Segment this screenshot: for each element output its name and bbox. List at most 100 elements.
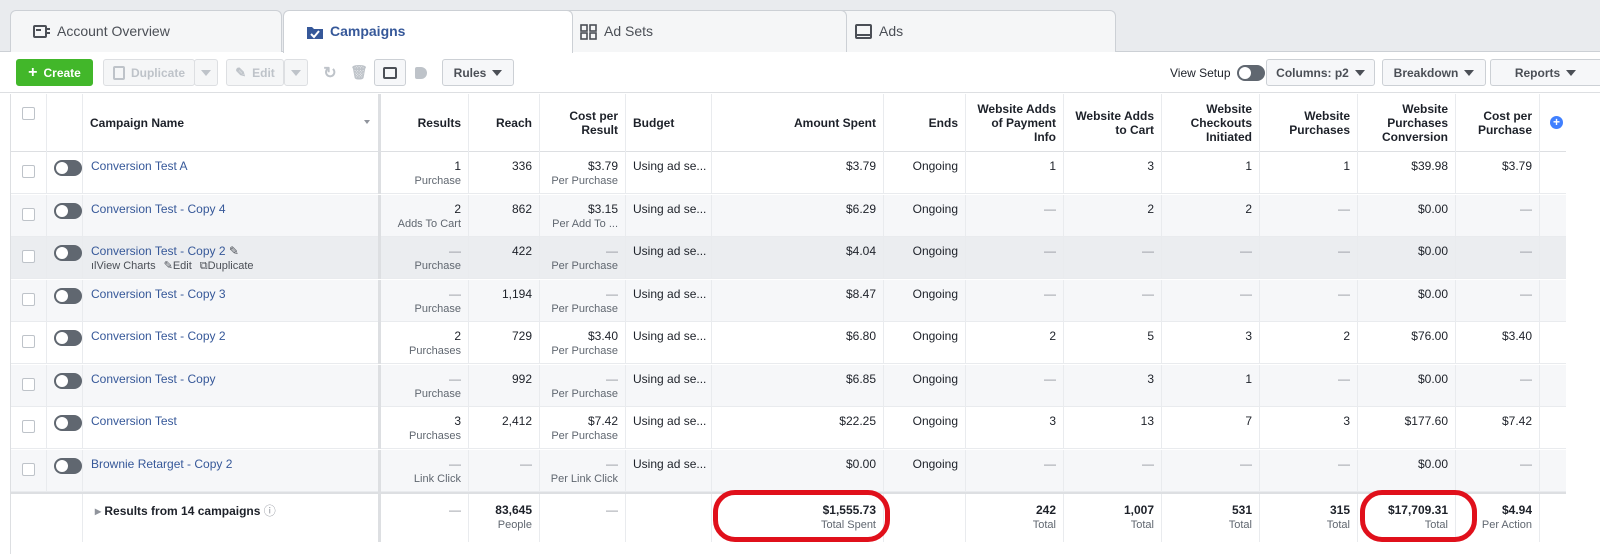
duplicate-link[interactable]: ⧉Duplicate — [200, 260, 254, 272]
cell-subtext: Purchases — [409, 430, 461, 442]
header-checkouts[interactable]: Website Checkouts Initiated — [1162, 94, 1260, 152]
table-row[interactable]: Conversion Test - Copy 4 2 Adds To Cart 862… — [11, 194, 1566, 237]
table-row[interactable]: Conversion Test - Copy 2 2 Purchases 729 $3.… — [11, 322, 1566, 364]
view-setup-toggle[interactable]: View Setup — [1170, 65, 1265, 81]
cell-adds-payment: — — [966, 279, 1064, 322]
cell-campaign-name[interactable]: Conversion Test - Copy 3 — [83, 279, 381, 322]
tag-button[interactable] — [408, 59, 434, 86]
info-icon[interactable]: ⓘ — [260, 504, 276, 518]
campaign-name-link[interactable]: Conversion Test — [91, 414, 177, 428]
add-column-icon[interactable]: + — [1550, 116, 1563, 129]
campaign-status-toggle[interactable] — [54, 287, 82, 304]
campaign-name-link[interactable]: Conversion Test - Copy 2 — [91, 244, 226, 258]
campaign-name-link[interactable]: Conversion Test - Copy 3 — [91, 287, 226, 301]
campaign-name-link[interactable]: Conversion Test - Copy — [91, 372, 216, 386]
reports-dropdown[interactable]: Reports — [1490, 59, 1600, 86]
campaign-status-toggle[interactable] — [54, 245, 82, 261]
edit-button[interactable]: ✎ Edit — [226, 59, 284, 86]
row-checkbox[interactable] — [22, 335, 35, 348]
cell-purchases: — — [1260, 364, 1358, 407]
cell-reach: 729 — [469, 322, 540, 364]
expand-arrow-icon[interactable]: ▸ — [95, 504, 104, 518]
campaign-status-toggle[interactable] — [54, 202, 82, 219]
table-row[interactable]: Conversion Test - Copy 3— Purchase 1,194— P… — [11, 279, 1566, 322]
header-purch-conv[interactable]: Website Purchases Conversion — [1358, 94, 1456, 152]
delete-button[interactable]: 🗑 — [346, 59, 372, 86]
campaign-name-link[interactable]: Conversion Test - Copy 4 — [91, 202, 226, 216]
cell-value: — — [1240, 456, 1252, 471]
duplicate-dropdown[interactable] — [194, 59, 218, 86]
columns-dropdown[interactable]: Columns: p2 — [1266, 59, 1375, 86]
view-charts-link[interactable]: ılView Charts — [91, 260, 156, 272]
header-cost-per-purchase[interactable]: Cost per Purchase — [1456, 94, 1540, 152]
header-budget[interactable]: Budget — [626, 94, 712, 152]
table-row[interactable]: Conversion Test - Copy 2 ✎ ılView Charts ✎… — [11, 237, 1566, 279]
row-checkbox[interactable] — [22, 250, 35, 263]
cell-subtext: Per Add To ... — [552, 217, 618, 230]
header-label: Cost per Result — [569, 109, 618, 137]
cell-campaign-name[interactable]: Conversion Test - Copy — [83, 364, 381, 407]
row-checkbox[interactable] — [22, 420, 35, 433]
trash-icon: 🗑 — [350, 64, 368, 80]
campaign-name-link[interactable]: Conversion Test - Copy 2 — [91, 329, 226, 343]
view-setup-switch[interactable] — [1236, 65, 1265, 81]
tab-ad-sets[interactable]: Ad Sets — [557, 10, 847, 52]
header-adds-payment[interactable]: Website Adds of Payment Info — [966, 94, 1064, 152]
duplicate-label: Duplicate — [130, 65, 185, 80]
campaign-status-toggle[interactable] — [54, 372, 82, 389]
campaign-status-toggle[interactable] — [54, 330, 82, 346]
breakdown-dropdown[interactable]: Breakdown — [1382, 59, 1486, 86]
cell-amount-spent: $0.00 — [712, 449, 884, 492]
cell-value: 2 — [454, 329, 461, 343]
header-label: Website Adds to Cart — [1075, 109, 1154, 137]
campaign-status-toggle[interactable] — [54, 160, 82, 176]
campaign-name-link[interactable]: Brownie Retarget - Copy 2 — [91, 457, 232, 471]
tab-campaigns[interactable]: Campaigns — [283, 10, 573, 53]
table-row[interactable]: Brownie Retarget - Copy 2— Link Click — — Pe… — [11, 449, 1566, 492]
table-row[interactable]: Conversion Test - Copy — Purchase 992— Per P… — [11, 364, 1566, 407]
rename-pencil-icon[interactable]: ✎ — [226, 244, 239, 258]
campaign-name-link[interactable]: Conversion Test A — [91, 159, 188, 173]
header-campaign-name[interactable]: Campaign Name — [83, 94, 381, 152]
cell-campaign-name[interactable]: Conversion Test - Copy 2 ✎ ılView Charts ✎… — [83, 237, 381, 279]
cell-campaign-name[interactable]: Brownie Retarget - Copy 2 — [83, 449, 381, 492]
row-checkbox[interactable] — [22, 462, 35, 476]
tab-label: Account Overview — [57, 23, 170, 39]
table-row[interactable]: Conversion Test 3 Purchases 2,412 $7.42 Per P… — [11, 407, 1566, 449]
header-reach[interactable]: Reach — [469, 94, 540, 152]
cell-campaign-name[interactable]: Conversion Test A — [83, 152, 381, 194]
select-all-checkbox[interactable] — [22, 107, 35, 120]
cell-campaign-name[interactable]: Conversion Test - Copy 4 — [83, 194, 381, 237]
tab-account-overview[interactable]: Account Overview — [10, 10, 282, 52]
duplicate-button[interactable]: Duplicate — [103, 59, 195, 86]
sort-caret-icon[interactable] — [364, 120, 370, 124]
tab-ads[interactable]: Ads — [832, 10, 1116, 52]
row-checkbox[interactable] — [22, 292, 35, 306]
header-results[interactable]: Results — [381, 94, 469, 152]
cell-campaign-name[interactable]: Conversion Test - Copy 2 — [83, 322, 381, 364]
row-select-cell — [11, 449, 47, 492]
campaign-status-toggle[interactable] — [54, 415, 82, 431]
header-amount-spent[interactable]: Amount Spent — [712, 94, 884, 152]
cell-value: $0.00 — [1417, 456, 1448, 471]
cell-campaign-name[interactable]: Conversion Test — [83, 407, 381, 449]
edit-link[interactable]: ✎Edit — [164, 260, 192, 272]
create-button[interactable]: + Create — [16, 59, 93, 86]
campaign-status-toggle[interactable] — [54, 457, 82, 474]
header-ends[interactable]: Ends — [884, 94, 966, 152]
row-checkbox[interactable] — [22, 377, 35, 391]
edit-dropdown[interactable] — [284, 59, 308, 86]
ab-test-button[interactable] — [374, 59, 406, 86]
header-cost-per-result[interactable]: Cost per Result — [540, 94, 626, 152]
row-checkbox[interactable] — [22, 207, 35, 221]
table-row[interactable]: Conversion Test A 1 Purchase 336 $3.79 Per Pu… — [11, 152, 1566, 194]
rules-dropdown[interactable]: Rules — [442, 59, 514, 86]
chevron-down-icon — [492, 69, 503, 76]
row-checkbox[interactable] — [22, 165, 35, 178]
header-adds-cart[interactable]: Website Adds to Cart — [1064, 94, 1162, 152]
toolbar: + Create Duplicate ✎ Edit ↻ 🗑 Rules View… — [0, 53, 1600, 93]
total-value: — — [606, 503, 618, 517]
cell-value: — — [1338, 244, 1350, 258]
refresh-button[interactable]: ↻ — [316, 59, 344, 86]
header-purchases[interactable]: Website Purchases — [1260, 94, 1358, 152]
